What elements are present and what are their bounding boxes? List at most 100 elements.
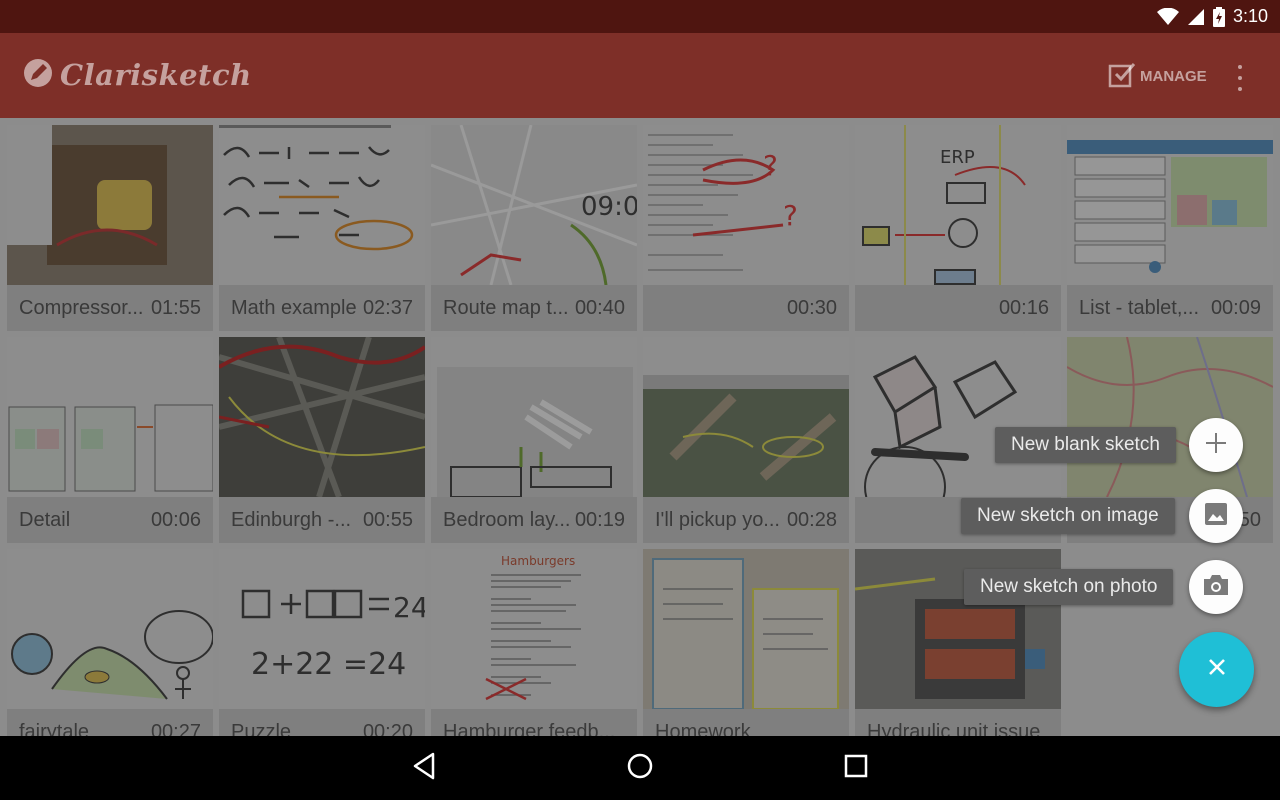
image-icon — [1204, 502, 1228, 531]
sketch-caption: I'll pickup yo... 00:28 — [643, 497, 849, 543]
sketch-card[interactable]: 24 2+22 =24 Puzzle 00:20 — [219, 549, 425, 736]
sketch-thumbnail: ? ? — [643, 125, 849, 285]
sketch-card[interactable]: 09:0 Route map t... 00:40 — [431, 125, 637, 331]
overflow-menu-button[interactable] — [1228, 63, 1252, 93]
svg-text:?: ? — [763, 149, 778, 182]
sketch-card[interactable]: Homework — [643, 549, 849, 736]
sketch-title: Puzzle — [231, 720, 292, 737]
back-icon — [411, 752, 437, 785]
battery-charging-icon — [1212, 6, 1225, 27]
sketch-caption: Detail 00:06 — [7, 497, 213, 543]
sketch-duration: 00:27 — [150, 720, 201, 737]
new-sketch-on-image-label[interactable]: New sketch on image — [961, 498, 1175, 534]
new-blank-sketch-label[interactable]: New blank sketch — [995, 427, 1176, 463]
checkbox-icon — [1108, 60, 1136, 92]
new-sketch-on-image-button[interactable] — [1189, 489, 1243, 543]
recents-button[interactable] — [836, 748, 876, 788]
status-icons: 3:10 — [1156, 0, 1268, 33]
sketch-card[interactable]: fairytale 00:27 — [7, 549, 213, 736]
sketch-thumbnail — [219, 337, 425, 497]
home-icon — [626, 752, 654, 785]
sketch-title: Hydraulic unit issue — [867, 720, 1041, 737]
sketch-title: Bedroom lay... — [443, 508, 571, 531]
back-button[interactable] — [404, 748, 444, 788]
app-title: Clarisketch — [60, 58, 252, 92]
close-fab-button[interactable] — [1179, 632, 1254, 707]
sketch-thumbnail: 24 2+22 =24 — [219, 549, 425, 709]
sketch-thumbnail: 09:0 — [431, 125, 637, 285]
manage-button[interactable]: MANAGE — [1108, 59, 1207, 93]
manage-label: MANAGE — [1140, 67, 1207, 85]
svg-text:2+22 =24: 2+22 =24 — [251, 647, 406, 682]
sketch-card[interactable]: I'll pickup yo... 00:28 — [643, 337, 849, 543]
sketch-card[interactable]: List - tablet,... 00:09 — [1067, 125, 1273, 331]
svg-text:?: ? — [783, 199, 798, 232]
sketch-title: Homework — [655, 720, 751, 737]
sketch-thumbnail — [7, 337, 213, 497]
sketch-caption: Hydraulic unit issue — [855, 709, 1061, 736]
sketch-thumbnail — [7, 125, 213, 285]
svg-text:ERP: ERP — [940, 147, 975, 168]
sketch-thumbnail — [643, 549, 849, 709]
sketch-caption: Hamburger feedb... — [431, 709, 637, 736]
sketch-caption: Edinburgh -... 00:55 — [219, 497, 425, 543]
sketch-card[interactable]: Math example 02:37 — [219, 125, 425, 331]
app-logo: Clarisketch — [22, 55, 252, 95]
pencil-logo-icon — [22, 57, 54, 94]
sketch-duration: 02:37 — [362, 296, 413, 319]
sketch-thumbnail: ERP — [855, 125, 1061, 285]
sketch-caption: 00:16 — [855, 285, 1061, 331]
sketch-card[interactable]: Compressor... 01:55 — [7, 125, 213, 331]
plus-icon — [1205, 432, 1227, 459]
sketch-card[interactable]: ? ? 00:30 — [643, 125, 849, 331]
sketch-title: Edinburgh -... — [231, 508, 352, 531]
sketch-title: I'll pickup yo... — [655, 508, 780, 531]
recents-icon — [844, 754, 868, 783]
sketch-duration: 01:55 — [150, 296, 201, 319]
navigation-bar — [0, 736, 1280, 800]
sketch-title: Route map t... — [443, 296, 569, 319]
sketch-duration: 00:20 — [362, 720, 413, 737]
sketch-duration: 00:16 — [998, 296, 1049, 319]
sketch-title: Compressor... — [19, 296, 144, 319]
new-sketch-on-photo-button[interactable] — [1189, 560, 1243, 614]
app-bar: Clarisketch MANAGE — [0, 33, 1280, 118]
sketch-duration: 00:09 — [1210, 296, 1261, 319]
status-bar: 3:10 — [0, 0, 1280, 33]
svg-text:24: 24 — [393, 591, 425, 624]
camera-icon — [1203, 574, 1229, 601]
sketch-thumbnail — [1067, 125, 1273, 285]
sketch-caption: fairytale 00:27 — [7, 709, 213, 736]
clock: 3:10 — [1232, 6, 1268, 26]
sketch-caption: Route map t... 00:40 — [431, 285, 637, 331]
sketch-duration: 00:55 — [362, 508, 413, 531]
sketch-thumbnail — [855, 337, 1061, 497]
svg-text:09:0: 09:0 — [581, 192, 637, 222]
sketch-thumbnail: Hamburgers — [431, 549, 637, 709]
sketch-duration: 00:28 — [786, 508, 837, 531]
sketch-card[interactable]: Detail 00:06 — [7, 337, 213, 543]
svg-text:Hamburgers: Hamburgers — [501, 554, 575, 568]
sketch-duration: 00:30 — [786, 296, 837, 319]
sketch-duration: 00:19 — [574, 508, 625, 531]
sketch-card[interactable]: Bedroom lay... 00:19 — [431, 337, 637, 543]
more-vert-icon — [1238, 65, 1242, 69]
sketch-caption: Homework — [643, 709, 849, 736]
sketch-thumbnail — [643, 337, 849, 497]
home-button[interactable] — [620, 748, 660, 788]
sketch-duration: 00:40 — [574, 296, 625, 319]
sketch-caption: Puzzle 00:20 — [219, 709, 425, 736]
sketch-caption: Bedroom lay... 00:19 — [431, 497, 637, 543]
sketch-caption: Math example 02:37 — [219, 285, 425, 331]
sketch-card[interactable]: Edinburgh -... 00:55 — [219, 337, 425, 543]
sketch-card[interactable]: Hamburgers Hamburger feedb... — [431, 549, 637, 736]
sketch-thumbnail — [431, 337, 637, 497]
sketch-title: Detail — [19, 508, 71, 531]
sketch-card[interactable]: ERP 00:16 — [855, 125, 1061, 331]
wifi-icon — [1156, 7, 1179, 26]
sketch-duration: 00:06 — [150, 508, 201, 531]
new-blank-sketch-button[interactable] — [1189, 418, 1243, 472]
sketch-caption: 00:30 — [643, 285, 849, 331]
new-sketch-on-photo-label[interactable]: New sketch on photo — [964, 569, 1174, 605]
signal-icon — [1187, 8, 1205, 26]
